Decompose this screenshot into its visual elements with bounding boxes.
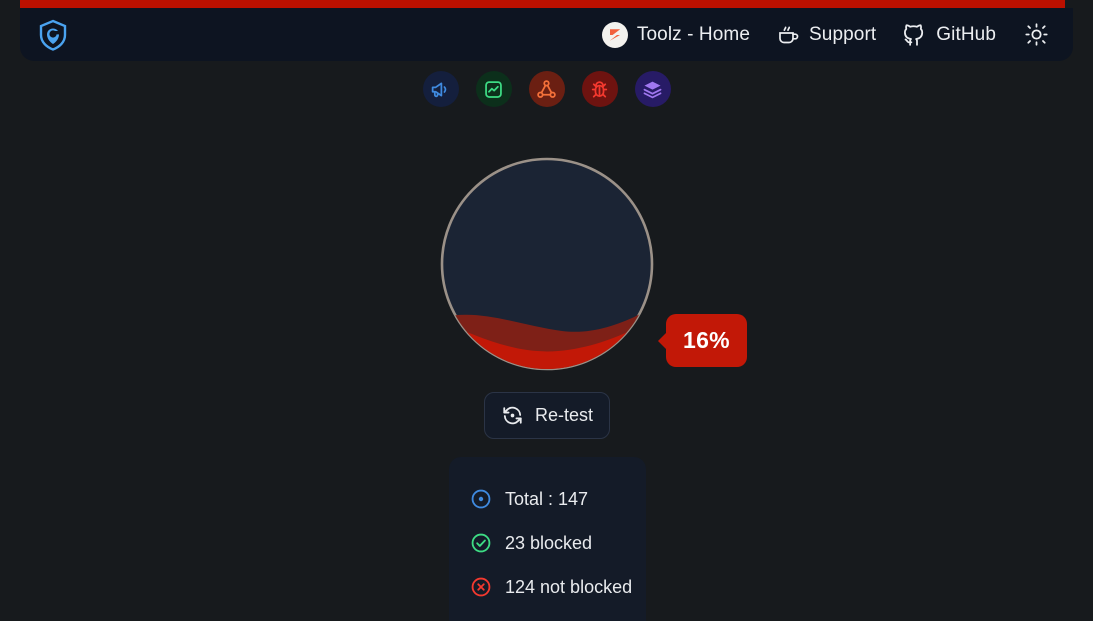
sun-icon: [1024, 22, 1049, 47]
site-header: Toolz - Home Support GitHub: [20, 8, 1073, 61]
x-circle-icon: [470, 576, 492, 598]
refresh-icon: [501, 404, 524, 427]
gauge-percent-label: 16%: [683, 327, 730, 353]
coffee-cup-icon: [776, 23, 800, 47]
nav-label-github: GitHub: [936, 23, 996, 45]
megaphone-icon: [430, 79, 451, 100]
stat-row-blocked: 23 blocked: [449, 521, 646, 565]
tool-icon-row: [0, 71, 1093, 107]
tool-badge-network[interactable]: [528, 71, 565, 107]
stat-row-not-blocked: 124 not blocked: [449, 565, 646, 609]
header-nav: Toolz - Home Support GitHub: [601, 21, 1049, 48]
stat-label-total: Total : 147: [505, 488, 589, 509]
gauge-percent-badge: 16%: [666, 314, 747, 367]
shield-logo-icon[interactable]: [38, 19, 68, 51]
check-circle-icon: [470, 532, 492, 554]
toolz-logo-icon: [601, 21, 628, 48]
retest-button[interactable]: Re-test: [484, 392, 610, 439]
stat-label-not-blocked: 124 not blocked: [505, 576, 633, 597]
nav-item-github[interactable]: GitHub: [902, 22, 996, 47]
scan-progress-bar-fill: [20, 0, 1065, 8]
tool-badge-layers[interactable]: [634, 71, 671, 107]
bug-icon: [589, 79, 610, 100]
nav-item-support[interactable]: Support: [776, 23, 876, 47]
scan-progress-bar-track: [20, 0, 1073, 8]
liquid-fill-gauge: [438, 155, 656, 373]
stat-row-total: Total : 147: [449, 477, 646, 521]
stats-panel: Total : 147 23 blocked 124 not blocked: [449, 457, 646, 621]
nav-label-support: Support: [809, 23, 877, 45]
nav-item-toolz-home[interactable]: Toolz - Home: [601, 21, 751, 48]
nav-label-toolz-home: Toolz - Home: [636, 23, 751, 45]
layers-icon: [642, 79, 663, 100]
tool-badge-bug[interactable]: [581, 71, 618, 107]
network-nodes-icon: [536, 79, 557, 100]
tool-badge-chart[interactable]: [475, 71, 512, 107]
github-icon: [902, 22, 927, 47]
theme-toggle-button[interactable]: [1024, 22, 1049, 47]
chart-icon: [483, 79, 504, 100]
tool-badge-megaphone[interactable]: [422, 71, 459, 107]
retest-label: Re-test: [534, 405, 594, 425]
stat-label-blocked: 23 blocked: [505, 532, 593, 553]
info-dot-circle-icon: [470, 488, 492, 510]
